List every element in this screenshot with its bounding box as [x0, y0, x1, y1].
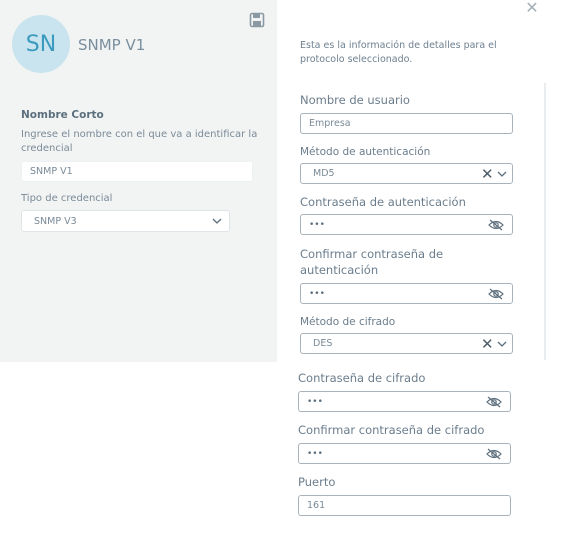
save-icon[interactable] — [249, 12, 265, 28]
encryption-password-label: Contraseña de cifrado — [298, 371, 426, 385]
avatar-initials: SN — [25, 31, 57, 57]
credential-type-select[interactable]: SNMP V3 — [21, 210, 230, 232]
protocol-description: Esta es la información de detalles para … — [300, 40, 497, 65]
eye-off-icon[interactable] — [486, 396, 502, 408]
chevron-down-icon[interactable] — [497, 340, 507, 348]
short-name-help: Ingrese el nombre con el que va a identi… — [21, 129, 258, 154]
confirm-encryption-password-input[interactable]: ••• — [298, 443, 511, 464]
auth-method-value: MD5 — [313, 168, 335, 179]
short-name-label: Nombre Corto — [21, 109, 104, 121]
avatar: SN — [12, 15, 70, 73]
page-title: SNMP V1 — [78, 36, 146, 54]
short-name-input[interactable]: SNMP V1 — [21, 161, 253, 182]
credential-type-value: SNMP V3 — [34, 215, 77, 227]
encryption-password-value: ••• — [307, 396, 323, 407]
encryption-method-select[interactable]: DES ✕ — [300, 333, 513, 354]
auth-method-label: Método de autenticación — [300, 146, 431, 158]
username-label: Nombre de usuario — [300, 93, 410, 107]
credential-type-label: Tipo de credencial — [21, 193, 113, 204]
confirm-encryption-password-label: Confirmar contraseña de cifrado — [298, 423, 485, 437]
port-label: Puerto — [298, 475, 336, 489]
auth-method-select[interactable]: MD5 ✕ — [300, 163, 513, 184]
auth-password-label: Contraseña de autenticación — [300, 195, 466, 209]
confirm-auth-password-value: ••• — [309, 288, 325, 299]
chevron-down-icon — [212, 218, 222, 224]
encryption-password-input[interactable]: ••• — [298, 391, 511, 412]
username-input[interactable]: Empresa — [300, 113, 513, 134]
credential-summary-panel: SN SNMP V1 Nombre Corto Ingrese el nombr… — [0, 0, 277, 362]
encryption-method-label: Método de cifrado — [300, 316, 396, 328]
clear-icon[interactable]: ✕ — [481, 337, 494, 352]
clear-icon[interactable]: ✕ — [481, 167, 494, 182]
eye-off-icon[interactable] — [488, 288, 504, 300]
port-input[interactable]: 161 — [298, 495, 511, 516]
scrollbar[interactable] — [544, 83, 546, 360]
chevron-down-icon[interactable] — [497, 170, 507, 178]
close-icon[interactable]: ✕ — [523, 0, 541, 17]
eye-off-icon[interactable] — [488, 219, 504, 231]
port-value: 161 — [307, 500, 326, 511]
short-name-value: SNMP V1 — [30, 166, 73, 177]
confirm-encryption-password-value: ••• — [307, 448, 323, 459]
username-value: Empresa — [309, 118, 351, 129]
eye-off-icon[interactable] — [486, 448, 502, 460]
auth-password-value: ••• — [309, 219, 325, 230]
auth-password-input[interactable]: ••• — [300, 214, 513, 235]
confirm-auth-password-input[interactable]: ••• — [300, 283, 513, 304]
confirm-auth-password-label: Confirmar contraseña de autenticación — [300, 247, 444, 277]
encryption-method-value: DES — [313, 338, 333, 349]
